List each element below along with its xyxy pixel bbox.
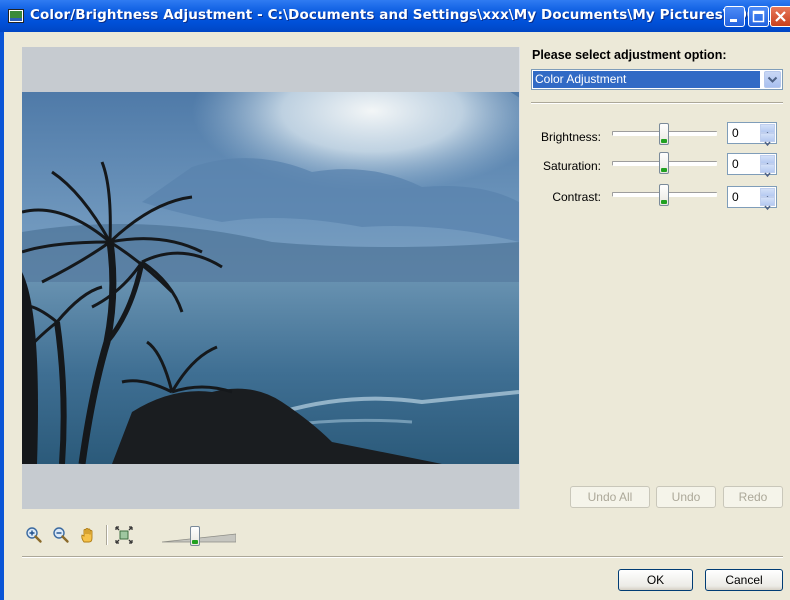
brightness-slider-thumb[interactable] <box>659 123 669 145</box>
saturation-down-button[interactable] <box>760 164 775 178</box>
bottom-separator <box>22 556 783 558</box>
brightness-up-button[interactable] <box>760 124 775 137</box>
dropdown-button[interactable] <box>764 71 781 88</box>
contrast-label: Contrast: <box>552 190 601 204</box>
brightness-value[interactable]: 0 <box>732 126 739 140</box>
saturation-value[interactable]: 0 <box>732 157 739 171</box>
minimize-icon <box>730 19 737 22</box>
hand-pan-icon[interactable] <box>79 526 97 544</box>
brightness-down-button[interactable] <box>760 133 775 147</box>
photo-preview[interactable] <box>22 92 519 464</box>
saturation-up-button[interactable] <box>760 155 775 168</box>
contrast-down-button[interactable] <box>760 197 775 211</box>
maximize-button[interactable] <box>748 6 769 27</box>
window-title: Color/Brightness Adjustment - C:\Documen… <box>30 7 790 23</box>
saturation-label: Saturation: <box>542 159 601 173</box>
contrast-up-button[interactable] <box>760 188 775 201</box>
separator <box>531 102 783 104</box>
undo-button[interactable]: Undo <box>656 486 716 508</box>
close-icon <box>775 11 786 22</box>
redo-button[interactable]: Redo <box>723 486 783 508</box>
toolbar-separator <box>106 525 108 545</box>
fit-to-window-icon[interactable] <box>115 526 133 544</box>
saturation-slider-thumb[interactable] <box>659 152 669 174</box>
undo-all-button[interactable]: Undo All <box>570 486 650 508</box>
zoom-in-icon[interactable] <box>25 526 43 544</box>
adjustment-option-select[interactable]: Color Adjustment <box>531 69 783 90</box>
brightness-label: Brightness: <box>540 130 601 144</box>
contrast-value[interactable]: 0 <box>732 190 739 204</box>
adjustment-option-label: Please select adjustment option: <box>532 48 727 62</box>
zoom-out-icon[interactable] <box>52 526 70 544</box>
cancel-button[interactable]: Cancel <box>705 569 783 591</box>
contrast-slider-thumb[interactable] <box>659 184 669 206</box>
chevron-down-icon <box>764 141 771 147</box>
adjustment-option-value: Color Adjustment <box>533 71 760 88</box>
close-button[interactable] <box>770 6 790 27</box>
chevron-down-icon <box>764 172 771 178</box>
chevron-down-icon <box>764 205 771 211</box>
picture-window-icon <box>8 9 24 23</box>
brightness-spinner[interactable]: 0 <box>727 122 777 147</box>
saturation-spinner[interactable]: 0 <box>727 153 777 178</box>
zoom-slider-thumb[interactable] <box>190 526 200 546</box>
ok-button[interactable]: OK <box>618 569 693 591</box>
title-bar[interactable]: Color/Brightness Adjustment - C:\Documen… <box>0 0 790 32</box>
maximize-icon <box>752 10 765 23</box>
chevron-down-icon <box>767 76 778 83</box>
contrast-spinner[interactable]: 0 <box>727 186 777 211</box>
minimize-button[interactable] <box>724 6 745 27</box>
